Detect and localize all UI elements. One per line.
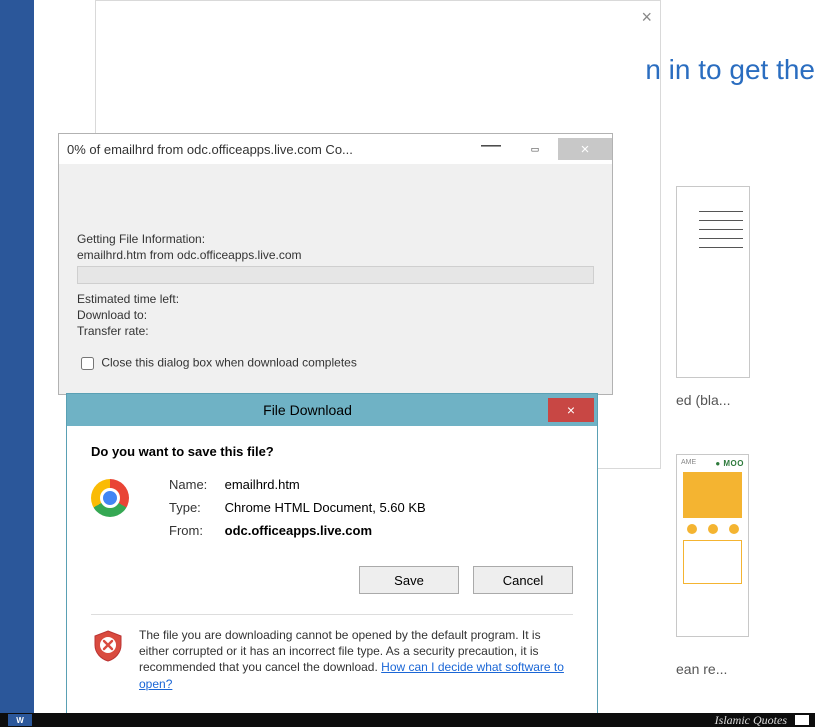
download-to-label: Download to:	[77, 308, 594, 322]
template-orange-block	[683, 540, 742, 584]
download-progress-window: 0% of emailhrd from odc.officeapps.live.…	[58, 133, 613, 395]
getting-file-info-label: Getting File Information:	[77, 232, 594, 246]
from-value: odc.officeapps.live.com	[225, 523, 372, 538]
type-label: Type:	[169, 500, 221, 515]
word-icon: W	[8, 714, 32, 726]
maximize-button[interactable]: ▭	[514, 138, 556, 160]
file-download-dialog: File Download × Do you want to save this…	[66, 393, 598, 727]
template-caption-1: ed (bla...	[676, 392, 730, 408]
warning-text: The file you are downloading cannot be o…	[139, 627, 573, 692]
template-yellow-block	[683, 472, 742, 518]
template-dots	[681, 524, 744, 534]
taskbar-word-icon[interactable]: W	[8, 714, 32, 726]
template-thumbnail-2[interactable]: AME ● MOO	[676, 454, 749, 637]
minimize-button[interactable]: —	[470, 134, 512, 164]
name-label: Name:	[169, 477, 221, 492]
save-file-question: Do you want to save this file?	[91, 444, 573, 459]
taskbar[interactable]: W Islamic Quotes	[0, 713, 815, 727]
close-when-done-label: Close this dialog box when download comp…	[101, 356, 357, 370]
close-button[interactable]: ×	[558, 138, 612, 160]
taskbar-tiny-box	[795, 715, 809, 725]
sign-in-text: n in to get the	[645, 54, 815, 86]
close-when-done-checkbox[interactable]	[81, 357, 94, 370]
template-name-label: AME	[681, 459, 696, 468]
template-thumbnail-1[interactable]	[676, 186, 750, 378]
progress-titlebar[interactable]: 0% of emailhrd from odc.officeapps.live.…	[59, 134, 612, 164]
cancel-button[interactable]: Cancel	[473, 566, 573, 594]
progress-title-text: 0% of emailhrd from odc.officeapps.live.…	[59, 142, 468, 157]
template-caption-2: ean re...	[676, 661, 727, 677]
type-value: Chrome HTML Document, 5.60 KB	[225, 500, 426, 515]
transfer-rate-label: Transfer rate:	[77, 324, 594, 338]
chrome-icon	[91, 479, 129, 517]
taskbar-right-text: Islamic Quotes	[715, 713, 787, 727]
from-label: From:	[169, 523, 221, 538]
warning-shield-icon	[91, 629, 125, 663]
progress-bar	[77, 266, 594, 284]
save-button[interactable]: Save	[359, 566, 459, 594]
estimated-time-label: Estimated time left:	[77, 292, 594, 306]
moo-logo: ● MOO	[715, 459, 744, 468]
file-download-title: File Download	[67, 402, 548, 418]
template-lines	[699, 211, 743, 271]
name-value: emailhrd.htm	[225, 477, 300, 492]
close-icon[interactable]: ×	[641, 7, 652, 28]
getting-file-info-value: emailhrd.htm from odc.officeapps.live.co…	[77, 248, 594, 262]
word-blue-sidebar	[0, 0, 34, 713]
file-download-titlebar[interactable]: File Download ×	[67, 394, 597, 426]
file-download-close-button[interactable]: ×	[548, 398, 594, 422]
